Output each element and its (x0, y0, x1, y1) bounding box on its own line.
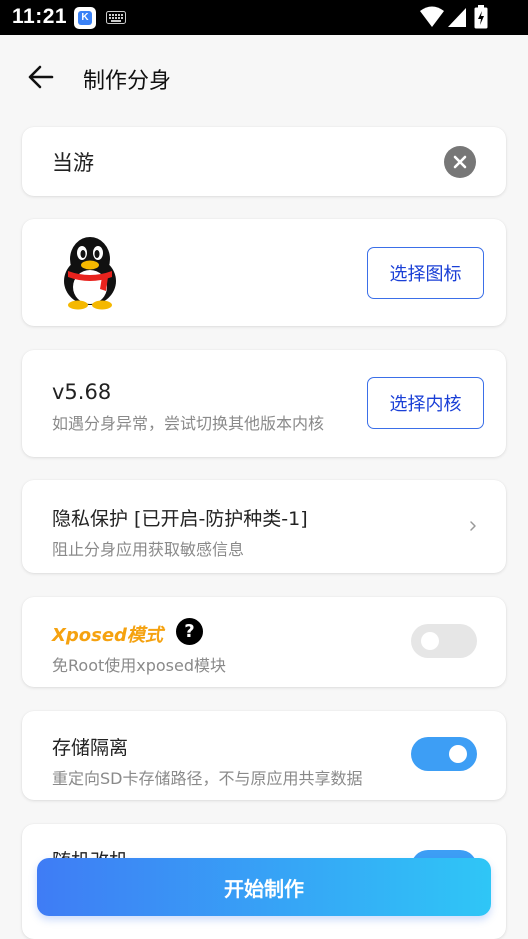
battery-charging-icon (474, 5, 488, 29)
storage-title: 存储隔离 (52, 737, 129, 759)
app-notification-icon: K (74, 7, 96, 29)
xposed-toggle[interactable] (411, 624, 477, 658)
toggle-knob (421, 632, 439, 650)
core-hint: 如遇分身异常，尝试切换其他版本内核 (52, 414, 325, 433)
privacy-subtitle: 阻止分身应用获取敏感信息 (52, 540, 245, 559)
xposed-title: Xposed模式 (52, 625, 163, 646)
app-name-card (22, 127, 506, 196)
core-version: v5.68 (52, 380, 112, 404)
signal-icon (448, 8, 466, 27)
status-bar: 11:21 K (0, 0, 528, 35)
storage-toggle[interactable] (411, 737, 477, 771)
choose-icon-button[interactable]: 选择图标 (367, 247, 484, 299)
clear-circle-icon[interactable] (444, 146, 476, 178)
chevron-right-icon (470, 521, 476, 531)
close-icon (453, 155, 467, 169)
choose-core-button[interactable]: 选择内核 (367, 377, 484, 429)
app-header: 制作分身 (0, 35, 528, 119)
privacy-title: 隐私保护 [已开启-防护种类-1] (52, 508, 308, 530)
status-time: 11:21 (12, 5, 68, 28)
help-icon[interactable]: ? (176, 618, 203, 645)
storage-isolation-card: 存储隔离 重定向SD卡存储路径，不与原应用共享数据 (22, 711, 506, 800)
keyboard-icon (106, 11, 126, 24)
toggle-knob (449, 745, 467, 763)
storage-subtitle: 重定向SD卡存储路径，不与原应用共享数据 (52, 769, 363, 788)
page-title: 制作分身 (83, 69, 172, 94)
xposed-mode-card: Xposed模式 ? 免Root使用xposed模块 (22, 597, 506, 687)
qq-penguin-icon (64, 237, 116, 310)
app-icon-card: 选择图标 (22, 219, 506, 326)
arrow-left-icon[interactable] (26, 63, 56, 91)
app-name-input[interactable] (52, 146, 432, 178)
app-notification-letter: K (78, 11, 92, 25)
wifi-icon (420, 6, 444, 27)
xposed-subtitle: 免Root使用xposed模块 (52, 656, 227, 675)
core-version-card: v5.68 如遇分身异常，尝试切换其他版本内核 选择内核 (22, 350, 506, 457)
start-create-button[interactable]: 开始制作 (37, 858, 491, 916)
privacy-protection-row[interactable]: 隐私保护 [已开启-防护种类-1] 阻止分身应用获取敏感信息 (22, 480, 506, 573)
